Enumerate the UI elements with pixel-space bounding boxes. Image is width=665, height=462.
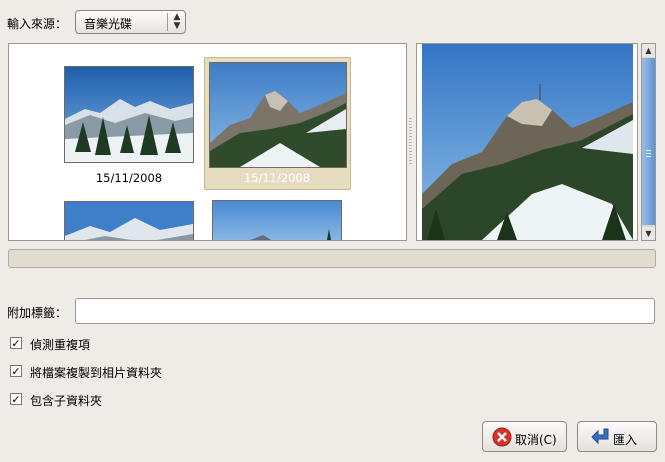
- import-progress-bar: [8, 249, 656, 268]
- tags-label: 附加標籤：: [7, 306, 68, 320]
- photo-thumbnail: [64, 66, 194, 163]
- updown-arrows-icon: ▲ ▼: [173, 12, 181, 31]
- photo-thumbnail: [209, 62, 347, 168]
- photo-thumbnail: [64, 201, 194, 240]
- thumbnail-grid[interactable]: 15/11/2008 15/11/2008: [8, 43, 407, 241]
- pane-splitter-handle[interactable]: [409, 118, 412, 166]
- tags-input[interactable]: [75, 298, 655, 324]
- scroll-up-icon[interactable]: ▲: [642, 44, 655, 57]
- preview-image: [422, 44, 633, 240]
- photo-preview: [416, 43, 638, 241]
- source-label: 輸入來源：: [7, 17, 68, 31]
- cancel-button[interactable]: 取消(C): [482, 421, 567, 452]
- import-arrow-icon: [591, 428, 609, 445]
- import-button[interactable]: 匯入: [577, 421, 657, 452]
- thumbnail-date: 15/11/2008: [95, 171, 163, 185]
- checkbox-checked-icon[interactable]: ✓: [10, 393, 22, 405]
- cancel-icon: [492, 427, 512, 447]
- thumbnail-date: 15/11/2008: [243, 171, 311, 185]
- scrollbar-thumb[interactable]: [642, 58, 655, 225]
- source-selected-value: 音樂光碟: [84, 17, 133, 31]
- checkbox-checked-icon[interactable]: ✓: [10, 365, 22, 377]
- preview-scrollbar[interactable]: ▲ ▼: [641, 43, 656, 241]
- photo-thumbnail: [212, 200, 342, 240]
- checkbox-checked-icon[interactable]: ✓: [10, 337, 22, 349]
- scroll-down-icon[interactable]: ▼: [642, 227, 655, 240]
- source-combobox[interactable]: 音樂光碟 ▲ ▼: [75, 10, 186, 34]
